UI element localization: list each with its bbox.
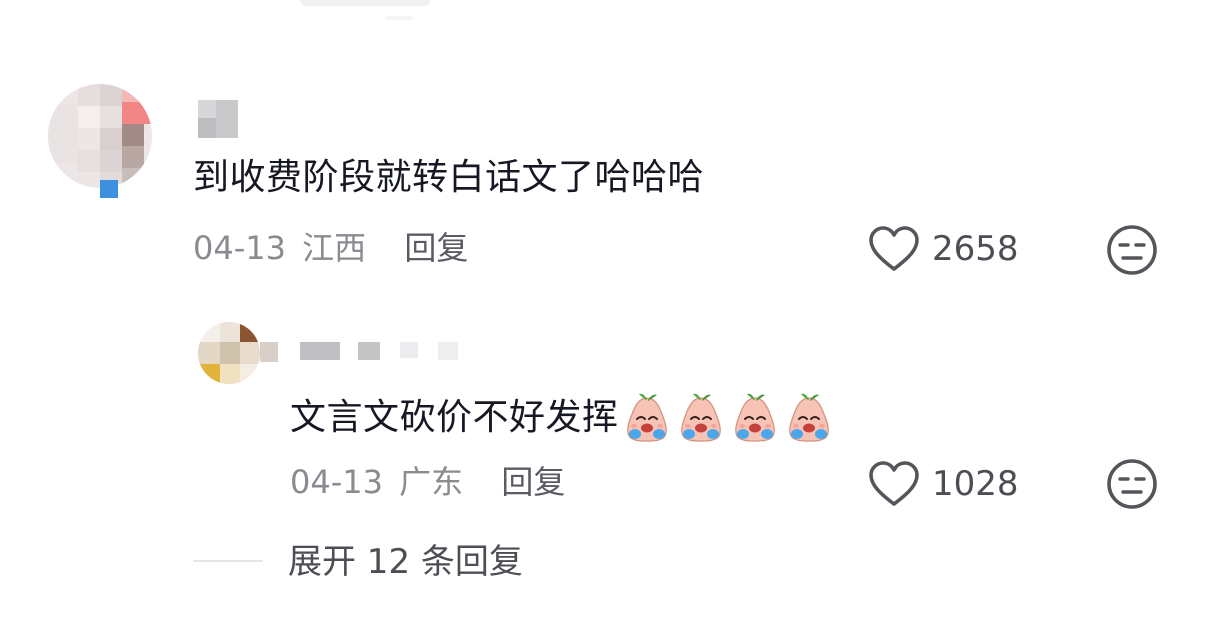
comment-text: 到收费阶段就转白话文了哈哈哈 — [193, 157, 705, 198]
reply-text: 文言文砍价不好发挥 — [290, 397, 619, 438]
reply-location: 广东 — [399, 463, 464, 501]
reply-text-row: 文言文砍价不好发挥 — [290, 392, 837, 444]
crying-peach-emoji — [675, 392, 727, 444]
expand-replies-button[interactable]: 展开 12 条回复 — [288, 542, 523, 582]
previous-item-edge — [385, 16, 413, 20]
comment-location: 江西 — [302, 229, 367, 267]
reply-avatar[interactable] — [198, 322, 282, 384]
crying-peach-emoji — [783, 392, 835, 444]
comment-date: 04-13 — [193, 229, 286, 267]
like-button[interactable]: 2658 — [868, 225, 1019, 273]
dislike-button[interactable] — [1106, 224, 1158, 280]
reply-button[interactable]: 回复 — [404, 229, 468, 267]
unamused-face-icon — [1107, 225, 1157, 275]
previous-item-edge — [300, 0, 430, 6]
reply-username[interactable] — [300, 342, 464, 362]
reply-like-count: 1028 — [932, 464, 1019, 504]
crying-peach-emoji — [729, 392, 781, 444]
like-count: 2658 — [932, 229, 1019, 269]
unamused-face-icon — [1107, 459, 1157, 509]
avatar[interactable] — [48, 84, 160, 200]
reply-reply-button[interactable]: 回复 — [501, 463, 565, 501]
crying-peach-emoji — [621, 392, 673, 444]
heart-icon — [869, 226, 919, 271]
emoji-group — [621, 392, 837, 444]
heart-icon — [869, 461, 919, 506]
reply-meta: 04-13 广东 回复 — [290, 462, 565, 502]
username[interactable] — [198, 100, 242, 138]
reply-date: 04-13 — [290, 463, 383, 501]
reply-like-button[interactable]: 1028 — [868, 460, 1019, 508]
reply-dislike-button[interactable] — [1106, 458, 1158, 514]
expand-divider — [193, 560, 263, 562]
comment-meta: 04-13 江西 回复 — [193, 228, 468, 268]
